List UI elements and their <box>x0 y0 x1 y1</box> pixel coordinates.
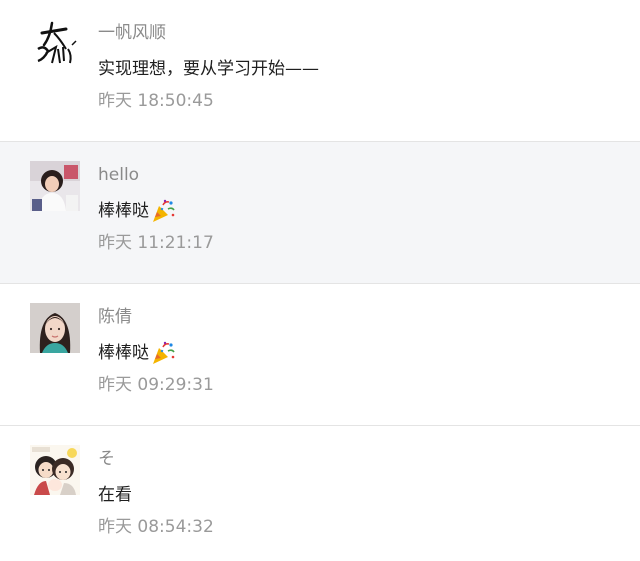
comment-username[interactable]: そ <box>98 447 115 471</box>
party-popper-icon <box>150 198 176 224</box>
comment-message-text: 在看 <box>98 485 132 505</box>
comment-timestamp: 昨天 18:50:45 <box>98 91 214 111</box>
child-photo-avatar[interactable] <box>30 161 80 211</box>
cartoon-family-avatar[interactable] <box>30 445 80 495</box>
comment-username[interactable]: 一帆风顺 <box>98 21 166 45</box>
party-popper-icon <box>150 340 176 366</box>
comment-item[interactable]: 陈倩 棒棒哒 昨天 09:29:31 <box>0 284 640 426</box>
comment-timestamp: 昨天 09:29:31 <box>98 375 214 395</box>
comment-message: 在看 <box>98 482 132 508</box>
comment-message-text: 棒棒哒 <box>98 343 149 363</box>
comment-message-text: 棒棒哒 <box>98 201 149 221</box>
comment-list: 一帆风顺 实现理想，要从学习开始—— 昨天 18:50:45 hello 棒棒哒 <box>0 0 640 561</box>
comment-message: 棒棒哒 <box>98 198 176 224</box>
comment-username[interactable]: hello <box>98 163 139 187</box>
comment-timestamp: 昨天 08:54:32 <box>98 517 214 537</box>
comment-item[interactable]: そ 在看 昨天 08:54:32 <box>0 426 640 561</box>
comment-username[interactable]: 陈倩 <box>98 305 132 329</box>
calligraphy-avatar[interactable] <box>30 19 80 69</box>
comment-item[interactable]: hello 棒棒哒 昨天 11:21:17 <box>0 142 640 284</box>
comment-message: 棒棒哒 <box>98 340 176 366</box>
comment-timestamp: 昨天 11:21:17 <box>98 233 214 253</box>
girl-photo-avatar[interactable] <box>30 303 80 353</box>
comment-message-text: 实现理想，要从学习开始—— <box>98 59 319 79</box>
comment-message: 实现理想，要从学习开始—— <box>98 56 319 82</box>
comment-item[interactable]: 一帆风顺 实现理想，要从学习开始—— 昨天 18:50:45 <box>0 0 640 142</box>
